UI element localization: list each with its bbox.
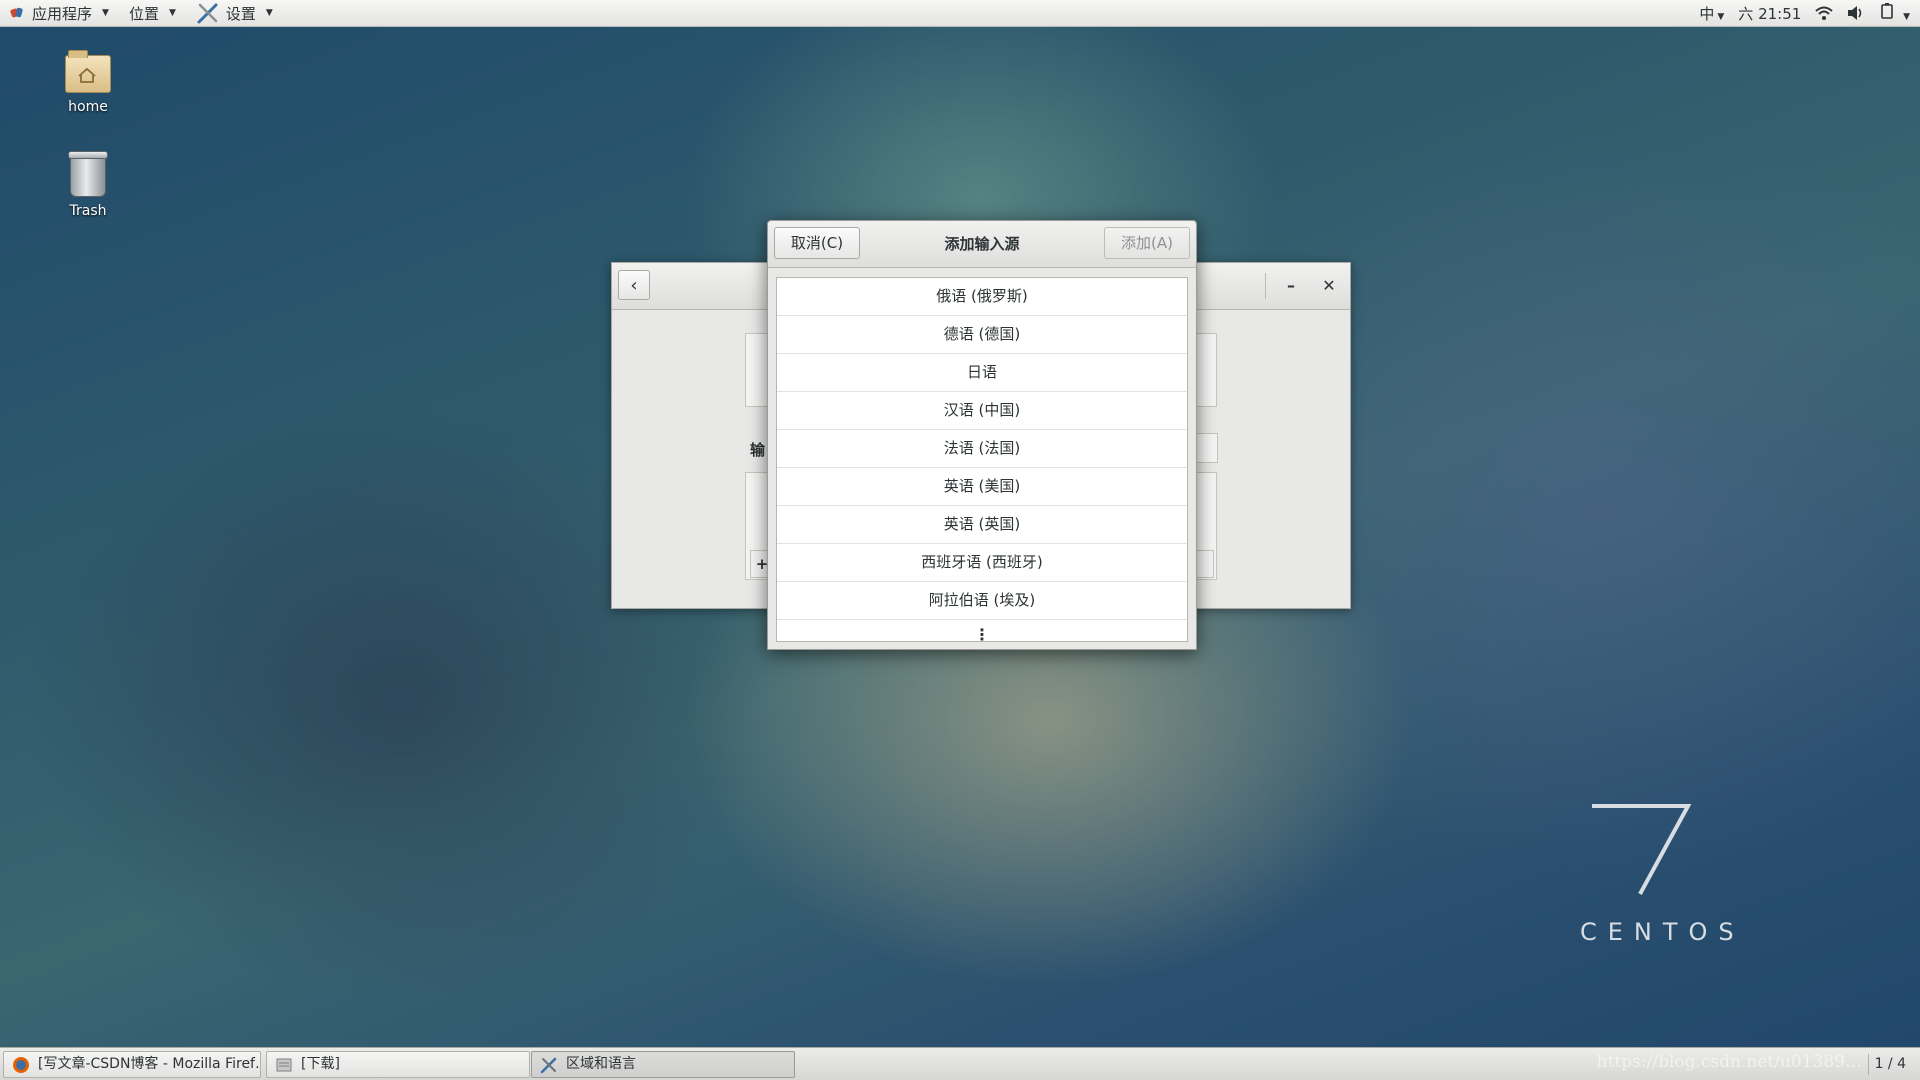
list-item[interactable]: 日语 <box>777 354 1187 392</box>
header-separator <box>1265 273 1266 299</box>
workspace-indicator[interactable]: 1 / 4 <box>1867 1054 1912 1075</box>
centos-wordmark: CENTOS <box>1580 918 1745 946</box>
desktop-icon-trash[interactable]: Trash <box>33 151 143 219</box>
back-button[interactable]: ‹ <box>618 270 650 300</box>
close-icon: ✕ <box>1322 276 1336 295</box>
language-list: 俄语 (俄罗斯) 德语 (德国) 日语 汉语 (中国) 法语 (法国) 英语 (… <box>776 277 1188 644</box>
taskbar-item-label: [写文章-CSDN博客 - Mozilla Firef… <box>38 1056 261 1072</box>
input-sources-heading: 输 <box>750 441 766 459</box>
applications-menu[interactable]: 应用程序 ▼ <box>0 0 119 27</box>
desktop-icon-label: home <box>68 99 108 115</box>
chevron-down-icon: ▼ <box>1717 11 1725 22</box>
settings-tools-icon <box>540 1057 557 1074</box>
firefox-icon <box>13 1057 29 1073</box>
minimize-button[interactable]: – <box>1276 271 1306 301</box>
add-button[interactable]: 添加(A) <box>1104 227 1190 259</box>
chevron-down-icon: ▼ <box>168 8 176 18</box>
taskbar-item-region-language[interactable]: 区域和语言 <box>531 1051 795 1078</box>
places-label: 位置 <box>128 4 159 23</box>
watermark-text: https://blog.csdn.net/u01389… <box>1596 1052 1862 1072</box>
places-menu[interactable]: 位置 ▼ <box>119 0 186 27</box>
list-item[interactable]: 德语 (德国) <box>777 316 1187 354</box>
battery-icon <box>1881 3 1894 19</box>
list-item[interactable]: 英语 (美国) <box>777 468 1187 506</box>
desktop-icon-home[interactable]: home <box>33 50 143 115</box>
chevron-down-icon: ▼ <box>1903 12 1910 22</box>
desktop-icon-label: Trash <box>69 203 107 219</box>
chevron-down-icon: ▼ <box>102 8 109 18</box>
chevron-left-icon: ‹ <box>630 275 638 296</box>
applications-label: 应用程序 <box>32 4 93 23</box>
list-item[interactable]: 法语 (法国) <box>777 430 1187 468</box>
top-panel: 应用程序 ▼ 位置 ▼ 设置 ▼ 中 ▼ 六 21:51 ▼ <box>0 0 1920 27</box>
volume-icon[interactable] <box>1847 5 1865 21</box>
taskbar-item-firefox[interactable]: [写文章-CSDN博客 - Mozilla Firef… <box>3 1051 261 1078</box>
list-item[interactable]: 汉语 (中国) <box>777 392 1187 430</box>
home-folder-icon <box>65 50 111 93</box>
dialog-header: 添加输入源 取消(C) 添加(A) <box>768 221 1196 268</box>
more-languages-item[interactable]: ⋮ <box>777 620 1187 650</box>
close-button[interactable]: ✕ <box>1314 271 1344 301</box>
centos-version-mark <box>1592 804 1692 895</box>
trash-icon <box>68 151 108 197</box>
applications-icon <box>10 6 24 20</box>
settings-label: 设置 <box>225 4 256 23</box>
status-area: 中 ▼ 六 21:51 ▼ <box>1699 3 1920 24</box>
taskbar-item-label: 区域和语言 <box>566 1056 636 1072</box>
input-method-indicator[interactable]: 中 ▼ <box>1699 3 1724 24</box>
list-item[interactable]: 俄语 (俄罗斯) <box>777 278 1187 316</box>
clock[interactable]: 六 21:51 <box>1738 3 1801 24</box>
add-input-source-dialog: 添加输入源 取消(C) 添加(A) 俄语 (俄罗斯) 德语 (德国) 日语 汉语… <box>767 220 1197 650</box>
list-item[interactable]: 阿拉伯语 (埃及) <box>777 582 1187 620</box>
chevron-down-icon: ▼ <box>265 8 273 18</box>
settings-menu[interactable]: 设置 ▼ <box>186 0 283 27</box>
taskbar-item-downloads[interactable]: [下载] <box>266 1051 530 1078</box>
file-manager-icon <box>276 1058 292 1072</box>
list-item[interactable]: 英语 (英国) <box>777 506 1187 544</box>
input-method-label: 中 <box>1699 4 1715 23</box>
minimize-icon: – <box>1287 276 1295 295</box>
taskbar-item-label: [下载] <box>301 1056 340 1072</box>
list-item[interactable]: 西班牙语 (西班牙) <box>777 544 1187 582</box>
settings-tools-icon <box>197 3 218 24</box>
power-menu[interactable]: ▼ <box>1879 3 1910 23</box>
cancel-button[interactable]: 取消(C) <box>774 227 860 259</box>
wifi-icon[interactable] <box>1815 5 1833 21</box>
